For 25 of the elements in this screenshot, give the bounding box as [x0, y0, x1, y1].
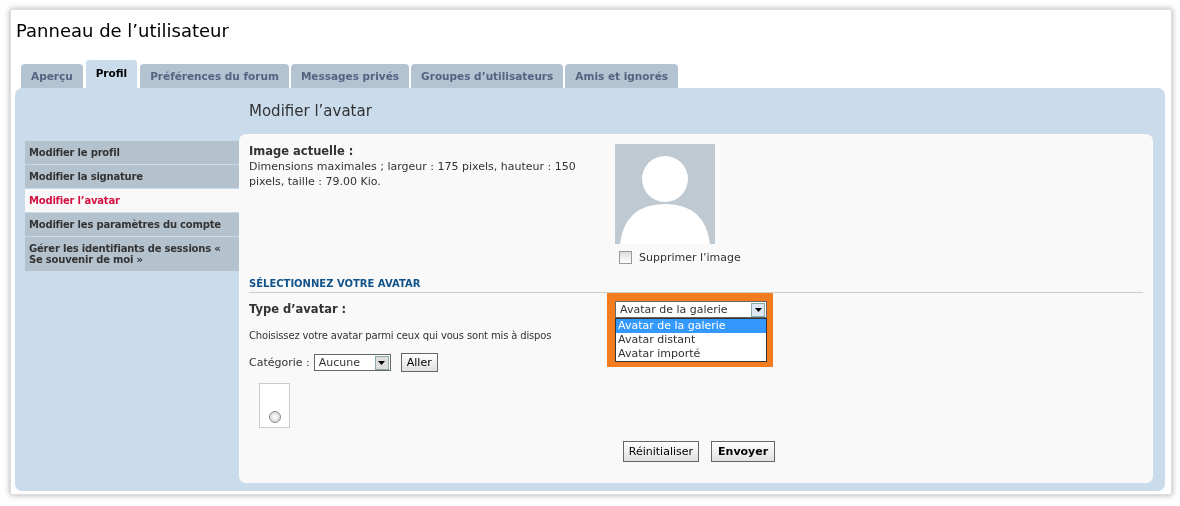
- go-button[interactable]: Aller: [400, 353, 438, 372]
- radio-button[interactable]: [268, 411, 281, 423]
- sidebar-item[interactable]: Modifier l’avatar: [25, 189, 239, 212]
- dropdown[interactable]: Aucune: [313, 354, 391, 371]
- field-label: Type d’avatar :: [249, 302, 347, 316]
- sidebar-item[interactable]: Modifier le profil: [25, 141, 239, 164]
- dropdown-option[interactable]: Avatar importé: [616, 347, 766, 361]
- section-heading: Modifier l’avatar: [249, 102, 373, 122]
- caret-icon: [751, 302, 765, 317]
- caret-icon: [374, 355, 389, 370]
- dropdown-option[interactable]: Avatar distant: [616, 333, 766, 347]
- submit-button[interactable]: Envoyer: [711, 441, 776, 462]
- sidebar-item[interactable]: Modifier la signature: [25, 165, 239, 188]
- checkbox[interactable]: [619, 251, 632, 264]
- sidebar-item[interactable]: Gérer les identifiants de sessions « Se souvenir de moi »: [25, 237, 239, 271]
- field-label: Catégorie :: [249, 356, 310, 369]
- dropdown[interactable]: Avatar de la galerie: [615, 301, 767, 318]
- checkbox-label: Supprimer l’image: [639, 251, 741, 264]
- instruction-text: Choisissez votre avatar parmi ceux qui vous sont mis à dispos: [249, 330, 553, 341]
- field-label: Image actuelle :: [249, 144, 355, 158]
- page-title: Panneau de l’utilisateur: [16, 20, 230, 43]
- description-text: Dimensions maximales ; largeur : 175 pixels, hauteur : 150 pixels, taille : 79.00 Kio.: [249, 159, 577, 189]
- sidebar-item[interactable]: Modifier les paramètres du compte: [25, 213, 239, 236]
- tab[interactable]: Profil: [84, 59, 139, 88]
- reset-button[interactable]: Réinitialiser: [622, 441, 700, 462]
